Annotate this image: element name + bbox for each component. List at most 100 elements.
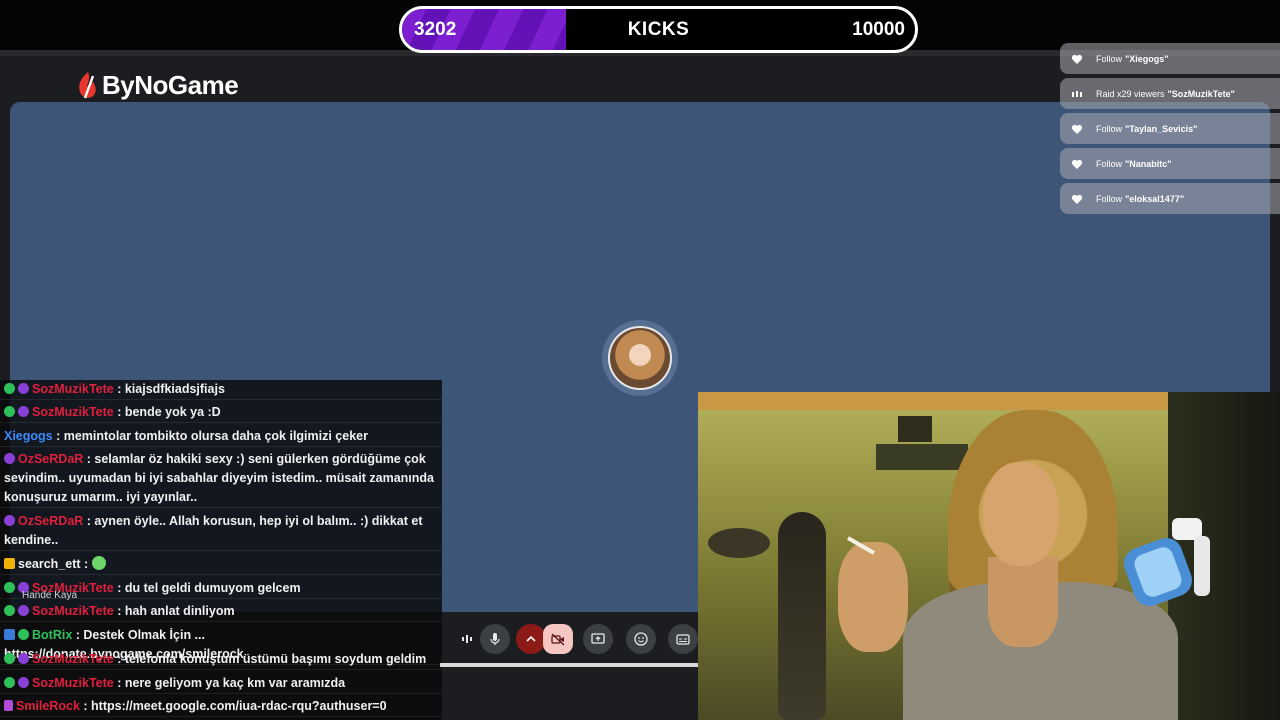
webcam-feed	[698, 392, 1280, 720]
yellow-badge-icon	[4, 558, 15, 569]
alert-name: "eloksal1477"	[1125, 193, 1185, 204]
wall-frame	[898, 416, 932, 442]
logo-text: ByNoGame	[102, 70, 239, 100]
chat-username[interactable]: OzSeRDaR	[18, 452, 83, 466]
chat-message: SozMuzikTete : kiajsdfkiadsjfiajs	[0, 380, 442, 400]
camera-off-icon	[551, 633, 565, 646]
chat-message: SozMuzikTete : telefonla konuştum üstümü…	[0, 650, 442, 670]
chat-text: du tel geldi dumuyom gelcem	[124, 581, 301, 595]
camera-toggle-button[interactable]	[543, 624, 573, 654]
chat-username[interactable]: OzSeRDaR	[18, 514, 83, 528]
chat-username[interactable]: Xiegogs	[4, 429, 53, 443]
chat-separator: :	[113, 676, 125, 690]
green-badge-icon	[4, 677, 15, 688]
chat-text: https://meet.google.com/iua-rdac-rqu?aut…	[91, 699, 387, 713]
chat-message: OzSeRDaR : selamlar öz hakiki sexy :) se…	[0, 450, 442, 508]
audio-levels-icon[interactable]	[452, 624, 482, 654]
raid-icon	[1070, 87, 1084, 101]
chat-username[interactable]: SozMuzikTete	[32, 405, 114, 419]
green-badge-icon	[4, 653, 15, 664]
wall-shelf	[876, 444, 968, 470]
chat-separator: :	[52, 429, 64, 443]
microphone-button[interactable]	[480, 624, 510, 654]
chevron-up-icon	[526, 635, 536, 642]
microphone-stand	[1124, 518, 1210, 606]
chat-message: SozMuzikTete : bende yok ya :D	[0, 403, 442, 423]
purple-badge-icon	[18, 677, 29, 688]
captions-button[interactable]	[668, 624, 698, 654]
alert-item: Follow "Nanabitc"	[1060, 148, 1280, 179]
captions-icon	[676, 634, 690, 645]
chat-text: hah anlat dinliyom	[124, 604, 235, 618]
kicks-label: KICKS	[627, 19, 690, 40]
chat-separator: :	[113, 382, 125, 396]
chat-separator: :	[72, 628, 84, 642]
stream-progress-line	[440, 663, 698, 667]
purple-badge-icon	[18, 653, 29, 664]
alert-prefix: Follow	[1096, 193, 1123, 204]
purple-badge-icon	[4, 453, 15, 464]
kicks-goal-bar: 3202 KICKS 10000	[399, 6, 918, 53]
chat-username[interactable]: BotRix	[32, 628, 72, 642]
chat-overlay: SozMuzikTete : kiajsdfkiadsjfiajs SozMuzi…	[0, 380, 442, 720]
chat-message: OzSeRDaR : aynen öyle.. Allah korusun, h…	[0, 512, 442, 551]
drum	[708, 528, 770, 558]
green-badge-icon	[4, 605, 15, 616]
kicks-goal: 10000	[852, 19, 905, 40]
chat-message: search_ett :	[0, 555, 442, 575]
alert-prefix: Follow	[1096, 158, 1123, 169]
heart-icon	[1070, 192, 1084, 206]
chat-separator: :	[79, 699, 92, 713]
chat-separator: :	[83, 514, 95, 528]
chat-message: SozMuzikTete : nere geliyom ya kaç km va…	[0, 674, 442, 694]
flame-logo-icon	[79, 71, 96, 98]
green-badge-icon	[4, 406, 15, 417]
camera-options-button[interactable]	[516, 624, 546, 654]
chat-separator: :	[83, 452, 95, 466]
green-badge-icon	[4, 582, 15, 593]
chat-username[interactable]: SmileRock	[16, 699, 80, 713]
chat-username[interactable]: SozMuzikTete	[32, 676, 114, 690]
alert-item: Follow "eloksal1477"	[1060, 183, 1280, 214]
chat-message: SozMuzikTete : hah anlat dinliyom	[0, 602, 442, 622]
chat-text: memintolar tombikto olursa daha çok ilgi…	[63, 429, 368, 443]
streamer-hand	[838, 542, 908, 652]
chat-text: nere geliyom ya kaç km var aramızda	[124, 676, 346, 690]
present-screen-button[interactable]	[583, 624, 613, 654]
microphone-icon	[490, 633, 500, 645]
green-badge-icon	[4, 383, 15, 394]
purple-badge-icon	[18, 383, 29, 394]
alert-item: Raid x29 viewers "SozMuzikTete"	[1060, 78, 1280, 109]
chat-username[interactable]: SozMuzikTete	[32, 604, 114, 618]
chat-separator: :	[113, 652, 125, 666]
meet-controls	[440, 620, 698, 660]
purple-badge-icon	[4, 515, 15, 526]
chat-username[interactable]: SozMuzikTete	[32, 652, 114, 666]
alert-name: "Xiegogs"	[1125, 53, 1169, 64]
purple-badge-icon	[18, 406, 29, 417]
chat-username[interactable]: SozMuzikTete	[32, 382, 114, 396]
mod-badge-icon	[4, 700, 13, 711]
chat-message: Xiegogs : memintolar tombikto olursa dah…	[0, 427, 442, 447]
alert-prefix: Follow	[1096, 123, 1123, 134]
blue-badge-icon	[4, 629, 15, 640]
alert-name: "Taylan_Sevicis"	[1125, 123, 1198, 134]
chat-username[interactable]: search_ett	[18, 557, 81, 571]
emote-icon	[91, 556, 106, 570]
stream-overlay: 3202 KICKS 10000 ByNoGame Follow "Xiegogs…	[0, 0, 1280, 720]
chat-text: kiajsdfkiadsjfiajs	[124, 382, 225, 396]
streamer-neck	[988, 557, 1058, 647]
emoji-icon	[634, 632, 648, 646]
bynogame-logo: ByNoGame	[76, 70, 239, 101]
emoji-reaction-button[interactable]	[626, 624, 656, 654]
chat-text: telefonla konuştum üstümü başımı soydum …	[124, 652, 427, 666]
present-screen-icon	[591, 633, 605, 644]
chat-separator: :	[80, 557, 92, 571]
heart-icon	[1070, 157, 1084, 171]
alerts-feed: Follow "Xiegogs" Raid x29 viewers "SozMuzik…	[1060, 43, 1280, 218]
chat-separator: :	[113, 604, 125, 618]
heart-icon	[1070, 122, 1084, 136]
alert-item: Follow "Xiegogs"	[1060, 43, 1280, 74]
participant-avatar	[608, 326, 672, 390]
streamer-face	[983, 462, 1059, 566]
